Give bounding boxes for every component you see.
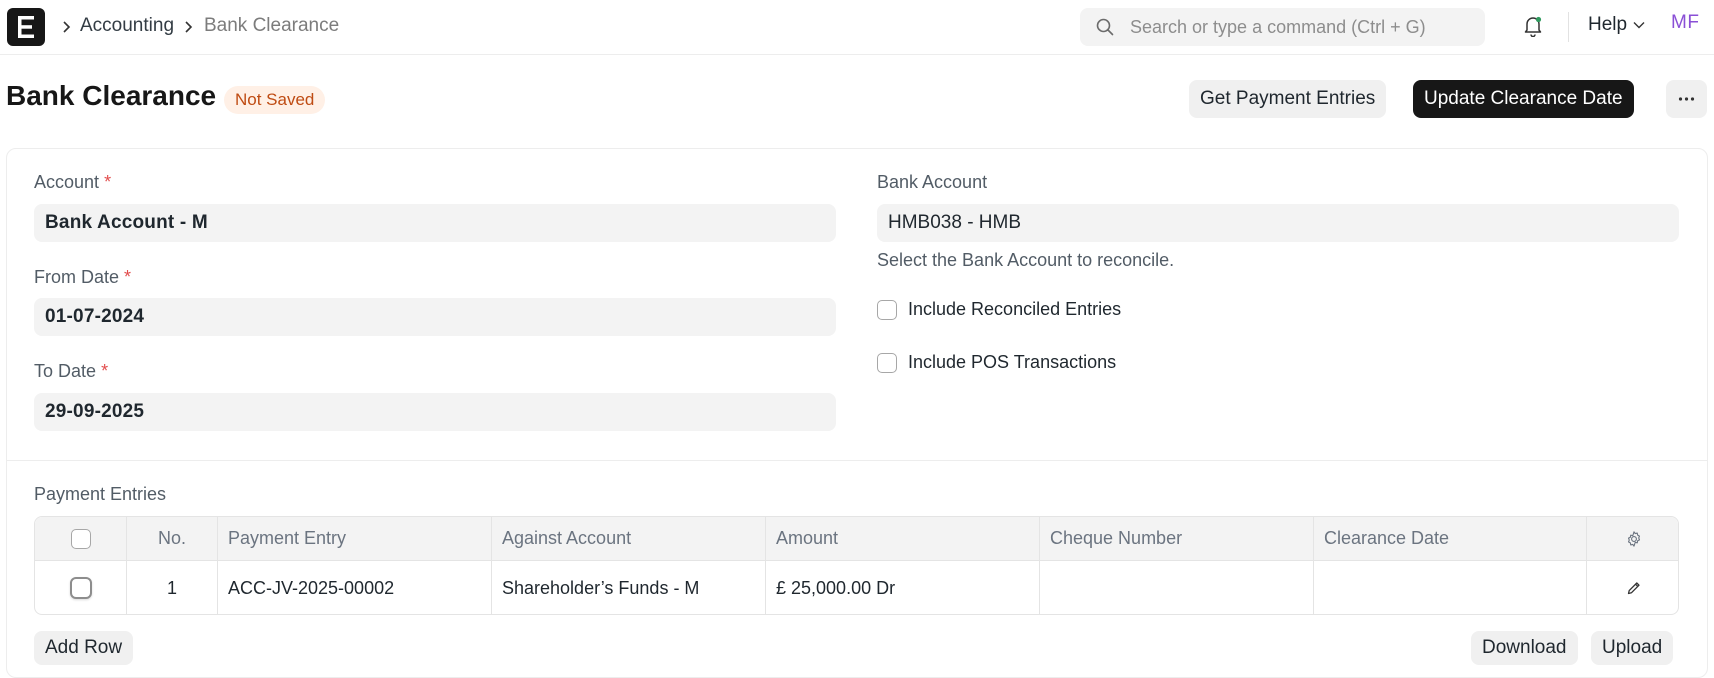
to-date-label: To Date * xyxy=(34,361,109,381)
status-badge: Not Saved xyxy=(224,86,326,114)
header-payment-entry: Payment Entry xyxy=(218,517,492,560)
cell-against-account[interactable]: Shareholder’s Funds - M xyxy=(492,561,766,614)
bank-account-field[interactable]: HMB038 - HMB xyxy=(877,204,1679,242)
cell-cheque-number[interactable] xyxy=(1040,561,1314,614)
header-settings-cell xyxy=(1587,517,1678,560)
settings-gear-icon[interactable] xyxy=(1625,530,1643,548)
payment-entries-table: No. Payment Entry Against Account Amount… xyxy=(34,516,1679,615)
bank-account-description: Select the Bank Account to reconcile. xyxy=(877,250,1175,270)
required-mark: * xyxy=(101,361,109,381)
notification-bell-icon[interactable] xyxy=(1523,15,1543,37)
help-dropdown[interactable]: Help xyxy=(1588,14,1645,36)
required-mark: * xyxy=(104,172,112,192)
row-select-cell xyxy=(35,561,127,614)
add-row-button[interactable]: Add Row xyxy=(34,631,134,665)
chevron-down-icon xyxy=(1633,22,1645,29)
row-checkbox[interactable] xyxy=(69,577,92,599)
include-reconciled-checkbox-row[interactable]: Include Reconciled Entries xyxy=(877,299,1121,320)
navbar: Accounting Bank Clearance Help MF xyxy=(0,0,1714,55)
cell-payment-entry[interactable]: ACC-JV-2025-00002 xyxy=(218,561,492,614)
from-date-label: From Date * xyxy=(34,267,132,287)
header-no: No. xyxy=(127,517,218,560)
edit-pencil-icon[interactable] xyxy=(1626,580,1642,596)
upload-button[interactable]: Upload xyxy=(1591,631,1674,665)
more-actions-button[interactable] xyxy=(1666,80,1707,118)
logo-e-icon xyxy=(18,16,34,38)
app-logo[interactable] xyxy=(7,8,45,46)
account-label: Account * xyxy=(34,172,112,192)
table-header: No. Payment Entry Against Account Amount… xyxy=(35,517,1678,561)
bank-account-label: Bank Account xyxy=(877,172,988,192)
chevron-right-icon xyxy=(185,21,193,33)
user-avatar[interactable]: MF xyxy=(1671,12,1699,34)
search-bar[interactable] xyxy=(1080,8,1485,46)
header-clearance-date: Clearance Date xyxy=(1314,517,1587,560)
chevron-right-icon xyxy=(63,21,71,33)
page-title: Bank Clearance xyxy=(6,80,217,111)
download-button[interactable]: Download xyxy=(1471,631,1578,665)
get-payment-entries-button[interactable]: Get Payment Entries xyxy=(1189,80,1387,118)
more-dots-icon xyxy=(1678,97,1695,101)
navbar-divider xyxy=(1568,12,1569,42)
header-against-account: Against Account xyxy=(492,517,766,560)
payment-entries-label: Payment Entries xyxy=(34,484,167,504)
header-select-all-cell xyxy=(35,517,127,560)
cell-no: 1 xyxy=(127,561,218,614)
section-divider xyxy=(6,460,1708,461)
select-all-checkbox[interactable] xyxy=(70,528,91,549)
search-input[interactable] xyxy=(1128,8,1478,46)
breadcrumb-bank-clearance[interactable]: Bank Clearance xyxy=(204,14,339,38)
help-label: Help xyxy=(1588,14,1628,35)
required-mark: * xyxy=(124,267,132,287)
include-pos-checkbox-row[interactable]: Include POS Transactions xyxy=(877,352,1116,373)
header-cheque-number: Cheque Number xyxy=(1040,517,1314,560)
to-date-field[interactable]: 29-09-2025 xyxy=(34,393,836,431)
table-row[interactable]: 1 ACC-JV-2025-00002 Shareholder’s Funds … xyxy=(35,561,1678,614)
row-edit-cell xyxy=(1587,561,1678,614)
search-icon xyxy=(1096,18,1114,36)
header-amount: Amount xyxy=(766,517,1040,560)
include-reconciled-checkbox[interactable] xyxy=(877,299,897,320)
from-date-field[interactable]: 01-07-2024 xyxy=(34,298,836,336)
cell-amount[interactable]: £ 25,000.00 Dr xyxy=(766,561,1040,614)
account-field[interactable]: Bank Account - M xyxy=(34,204,836,242)
include-pos-label: Include POS Transactions xyxy=(908,352,1117,372)
include-pos-checkbox[interactable] xyxy=(877,352,897,373)
update-clearance-date-button[interactable]: Update Clearance Date xyxy=(1413,80,1634,118)
breadcrumb-accounting[interactable]: Accounting xyxy=(80,14,174,38)
cell-clearance-date[interactable] xyxy=(1314,561,1587,614)
include-reconciled-label: Include Reconciled Entries xyxy=(908,299,1122,319)
